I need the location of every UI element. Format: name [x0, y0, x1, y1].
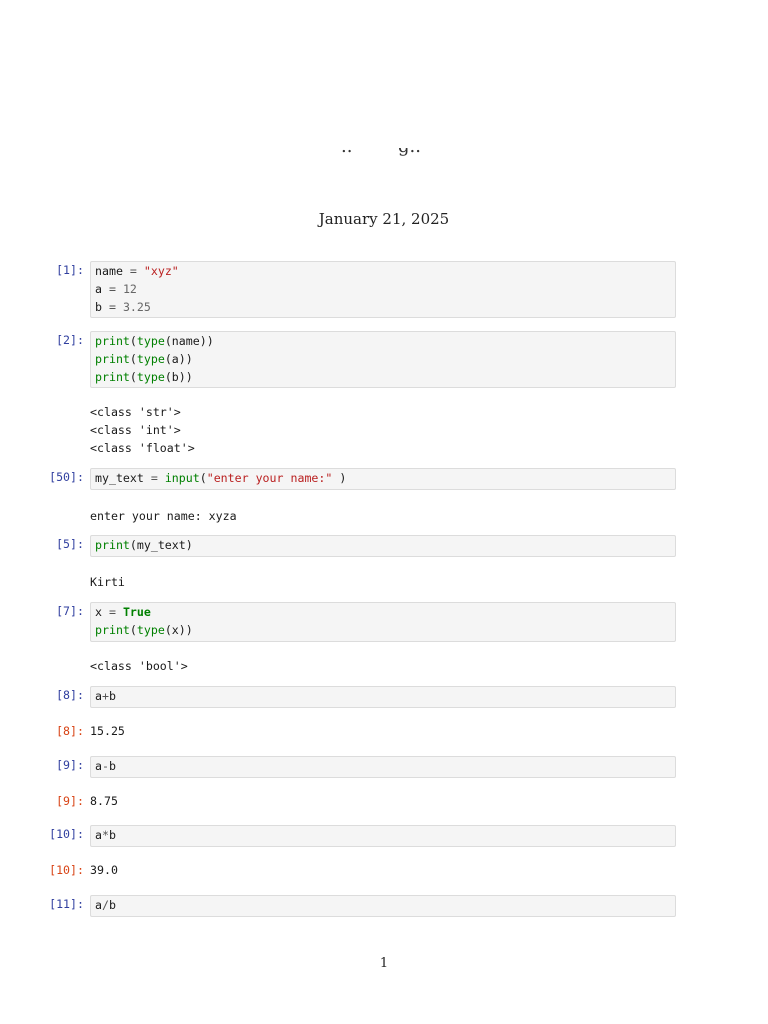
code-token: 3.25 [122, 299, 151, 314]
input-prompt: [50]: [49, 470, 84, 484]
code-line: a = 12 [95, 281, 671, 299]
code-cell[interactable]: a+b [90, 686, 676, 708]
code-cell[interactable]: a/b [90, 895, 676, 917]
input-prompt: [1]: [56, 263, 84, 277]
code-token: (a)) [164, 351, 193, 366]
code-token: * [101, 828, 109, 842]
input-prompt: [10]: [49, 827, 84, 841]
input-prompt: [9]: [56, 758, 84, 772]
result-value: 8.75 [90, 794, 118, 808]
code-token: (x)) [164, 622, 193, 637]
code-token: ( [129, 334, 137, 348]
input-prompt: [2]: [56, 333, 84, 347]
code-token: (my_text) [129, 538, 193, 552]
code-line: print(my_text) [95, 537, 671, 555]
code-token: ) [332, 471, 347, 485]
stream-output-line: <class 'float'> [90, 440, 195, 455]
code-token: b [108, 759, 116, 773]
code-cell[interactable]: print(type(name)) print(type(a)) print(typ… [90, 331, 676, 389]
code-token: type [136, 351, 165, 366]
stream-output-line: <class 'int'> [90, 422, 181, 437]
code-line: a/b [95, 897, 671, 915]
input-prompt: [7]: [56, 604, 84, 618]
stream-output-line: <class 'str'> [90, 405, 181, 419]
code-line: print(type(name)) [95, 333, 671, 351]
cropped-title-remnant: .. g.. [0, 148, 768, 158]
code-token: "xyz" [143, 264, 179, 278]
code-line: b = 3.25 [95, 299, 671, 317]
code-token: my_text [95, 471, 144, 485]
stream-output-line: enter your name: xyza [90, 509, 237, 523]
code-token: = [143, 471, 165, 485]
code-token: True [122, 605, 151, 619]
code-token: - [101, 759, 109, 773]
code-token: type [136, 369, 165, 384]
code-token: (b)) [164, 369, 193, 384]
code-line: print(type(x)) [95, 622, 671, 640]
input-prompt: [5]: [56, 537, 84, 551]
code-token: "enter your name:" [206, 471, 333, 485]
code-token: 12 [122, 281, 137, 296]
output-prompt: [8]: [56, 724, 84, 738]
stream-output-line: <class 'bool'> [90, 659, 188, 673]
code-line: a+b [95, 688, 671, 706]
code-line: print(type(a)) [95, 351, 671, 369]
result-value: 39.0 [90, 863, 118, 877]
code-cell[interactable]: my_text = input("enter your name:" ) [90, 468, 676, 490]
code-token: = [122, 264, 144, 278]
code-token: name [95, 264, 123, 278]
document-date: January 21, 2025 [318, 210, 450, 228]
code-token: print [95, 351, 130, 366]
code-cell[interactable]: a*b [90, 825, 676, 847]
code-token: ( [129, 622, 137, 637]
code-token: print [95, 622, 130, 637]
input-prompt: [11]: [49, 897, 84, 911]
code-token: type [136, 622, 165, 637]
code-cell[interactable]: x = True print(type(x)) [90, 602, 676, 642]
code-token: print [95, 369, 130, 384]
code-line: a-b [95, 758, 671, 776]
code-token: a [95, 689, 102, 703]
code-token: b [108, 898, 116, 912]
stream-output-line: Kirti [90, 575, 125, 589]
output-prompt: [9]: [56, 794, 84, 808]
code-token: = [101, 299, 123, 314]
input-prompt: [8]: [56, 688, 84, 702]
code-token: ( [129, 351, 137, 366]
code-token: print [95, 538, 130, 552]
code-line: a*b [95, 827, 671, 845]
code-token: a [95, 828, 102, 842]
code-token: b [108, 828, 116, 842]
code-cell[interactable]: print(my_text) [90, 535, 676, 557]
code-token: ( [129, 369, 137, 384]
code-token: (name)) [164, 334, 214, 348]
code-cell[interactable]: name = "xyz" a = 12 b = 3.25 [90, 261, 676, 319]
code-token: input [164, 471, 200, 485]
code-token: a [95, 898, 102, 912]
code-line: name = "xyz" [95, 263, 671, 281]
code-token: = [101, 605, 123, 619]
code-token: a [95, 281, 102, 296]
code-line: x = True [95, 604, 671, 622]
code-token: type [136, 334, 165, 348]
code-token: / [101, 898, 109, 912]
code-cell[interactable]: a-b [90, 756, 676, 778]
code-token: print [95, 334, 130, 348]
code-line: print(type(b)) [95, 369, 671, 387]
code-token: + [101, 689, 109, 703]
code-token: x [95, 605, 102, 619]
code-token: a [95, 759, 102, 773]
code-line: my_text = input("enter your name:" ) [95, 470, 671, 488]
page-number: 1 [379, 956, 389, 971]
output-prompt: [10]: [49, 863, 84, 877]
result-value: 15.25 [90, 724, 125, 738]
code-token: b [95, 299, 102, 314]
code-token: b [108, 689, 116, 703]
code-token: ( [199, 471, 207, 485]
code-token: = [101, 281, 123, 296]
